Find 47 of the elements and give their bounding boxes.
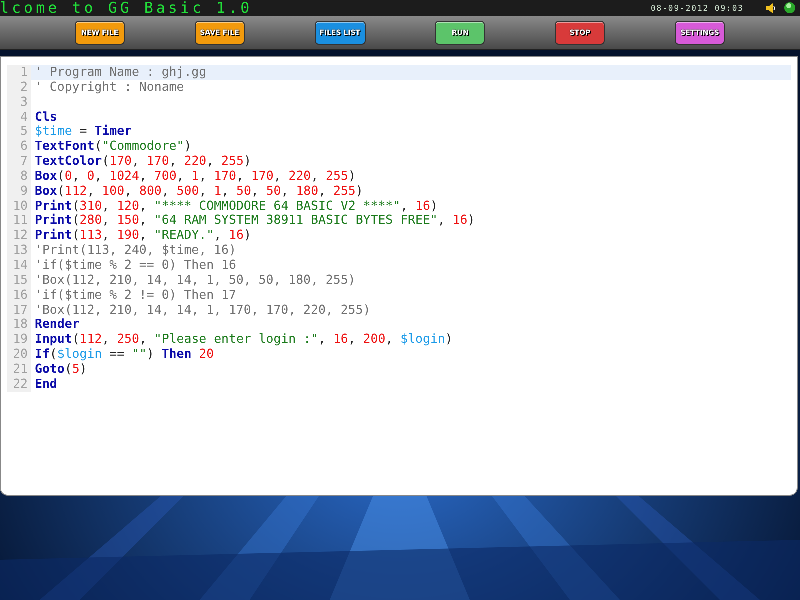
- line-number: 17: [7, 302, 31, 318]
- line-number: 1: [7, 65, 31, 80]
- line-number: 15: [7, 272, 31, 288]
- line-number: 18: [7, 317, 31, 332]
- code-line: ' Copyright : Noname: [34, 80, 184, 95]
- line-number: 3: [7, 94, 31, 110]
- code-line: $time = Timer: [34, 124, 134, 140]
- code-line: If($login == "") Then 20: [34, 347, 216, 362]
- code-line: End: [34, 376, 58, 392]
- line-number: 7: [7, 154, 31, 169]
- code-line: Print(310, 120, "**** COMMODORE 64 BASIC V2 ****", 16): [34, 198, 439, 214]
- line-number: 8: [7, 168, 31, 184]
- code-editor[interactable]: [0, 56, 798, 496]
- code-line: Print(280, 150, "64 RAM SYSTEM 38911 BASIC BYTES FREE", 16): [34, 213, 476, 228]
- line-number: 13: [7, 243, 31, 258]
- line-number: 10: [7, 198, 31, 214]
- line-number: 20: [7, 347, 31, 362]
- line-number: 22: [7, 376, 31, 392]
- code-line: Box(0, 0, 1024, 700, 1, 170, 170, 220, 255): [34, 168, 357, 184]
- code-line: 'Box(112, 210, 14, 14, 1, 50, 50, 180, 255): [34, 272, 357, 288]
- line-number: 19: [7, 332, 31, 348]
- date-time: 08-09-2012 09:03: [650, 4, 744, 12]
- code-line: 'if($time % 2 != 0) Then 17: [34, 288, 238, 302]
- line-number: 14: [7, 258, 31, 273]
- line-number: 6: [7, 139, 31, 154]
- code-line: Print(113, 190, "READY.", 16): [34, 228, 252, 244]
- code-line: 'Box(112, 210, 14, 14, 1, 170, 170, 220, 255): [34, 302, 372, 318]
- code-line: TextColor(170, 170, 220, 255): [34, 154, 252, 169]
- line-number: 16: [7, 288, 31, 302]
- line-number: 12: [7, 228, 31, 244]
- code-line: Box(112, 100, 800, 500, 1, 50, 50, 180, 255): [34, 184, 364, 199]
- line-number: 21: [7, 362, 31, 377]
- code-line: Goto(5): [34, 362, 88, 377]
- line-number: 2: [7, 80, 31, 95]
- status-light-icon: [784, 2, 796, 14]
- code-line: 'Print(113, 240, $time, 16): [34, 243, 238, 258]
- line-number: 11: [7, 213, 31, 228]
- code-line: TextFont("Commodore"): [34, 139, 193, 154]
- speaker-icon[interactable]: [766, 2, 776, 14]
- marquee-title: lcome to GG Basic 1.0: [0, 0, 253, 16]
- code-line: Render: [34, 317, 81, 332]
- line-number: 5: [7, 124, 31, 140]
- code-line: 'if($time % 2 == 0) Then 16: [34, 258, 238, 273]
- line-number: 9: [7, 184, 31, 199]
- code-line: Input(112, 250, "Please enter login :", 16, 200, $login): [34, 332, 454, 348]
- code-line: Cls: [34, 110, 58, 124]
- line-number: 4: [7, 110, 31, 124]
